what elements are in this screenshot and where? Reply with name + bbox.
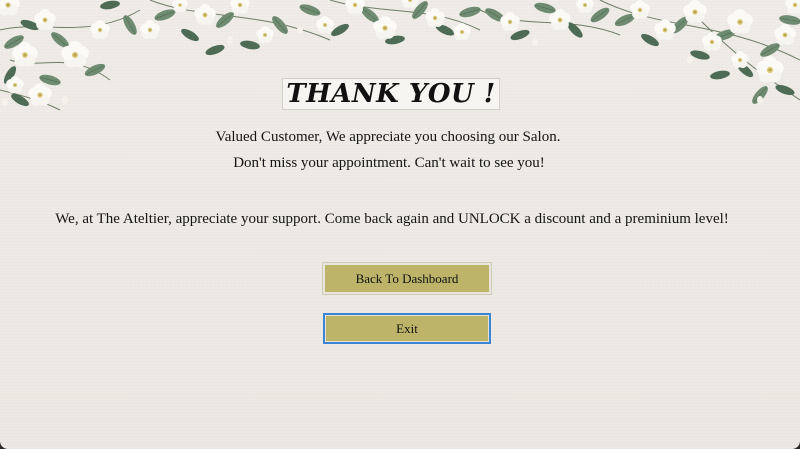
thank-you-title: THANK YOU ! xyxy=(282,78,500,110)
thanks-message: Valued Customer, We appreciate you choos… xyxy=(215,129,561,145)
exit-button[interactable]: Exit xyxy=(323,313,491,344)
appointment-reminder: Don't miss your appointment. Can't wait … xyxy=(233,155,545,171)
floral-border xyxy=(0,0,800,111)
back-to-dashboard-label: Back To Dashboard xyxy=(355,270,459,286)
loyalty-message: We, at The Ateltier, appreciate your sup… xyxy=(55,211,729,227)
back-to-dashboard-button[interactable]: Back To Dashboard xyxy=(322,262,492,295)
exit-label: Exit xyxy=(396,320,418,336)
app-window: THANK YOU ! Valued Customer, We apprecia… xyxy=(0,0,800,449)
page-title: THANK YOU ! xyxy=(286,79,496,109)
